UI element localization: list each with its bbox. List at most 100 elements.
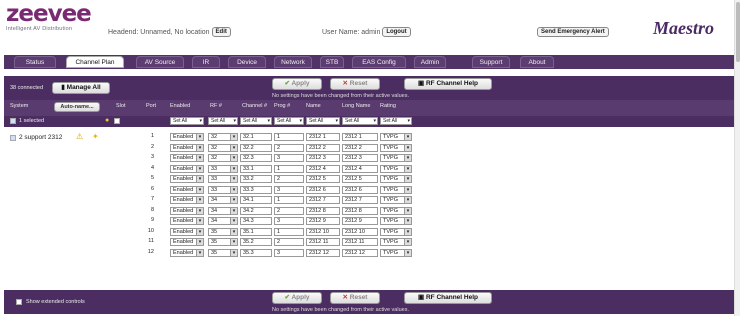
prog-input[interactable]: 3 — [274, 217, 304, 225]
tab-av-source[interactable]: AV Source — [136, 56, 184, 68]
long-name-input[interactable]: 2312 6 — [342, 185, 378, 194]
enabled-select[interactable]: Enabled — [170, 217, 204, 225]
rf-channel-help-button[interactable]: ▣ RF Channel Help — [404, 78, 492, 90]
prog-input[interactable]: 1 — [274, 133, 304, 141]
tab-admin[interactable]: Admin — [414, 56, 446, 68]
prog-input[interactable]: 3 — [274, 185, 304, 194]
slot-filter-checkbox[interactable] — [114, 118, 120, 124]
channel-input[interactable]: 34.2 — [240, 206, 272, 215]
send-emergency-alert-button[interactable]: Send Emergency Alert — [537, 27, 609, 37]
enabled-select[interactable]: Enabled — [170, 164, 204, 173]
rf-select[interactable]: 35 — [208, 248, 238, 257]
rf-select[interactable]: 33 — [208, 175, 238, 183]
reset-button[interactable]: ✕ Reset — [330, 78, 380, 90]
footer-apply-button[interactable]: ✔ Apply — [272, 292, 322, 304]
name-input[interactable]: 2312 11 — [306, 238, 340, 246]
prog-input[interactable]: 1 — [274, 164, 304, 173]
enabled-select[interactable]: Enabled — [170, 238, 204, 246]
rating-select[interactable]: TVPG — [380, 154, 412, 162]
rf-select[interactable]: 33 — [208, 164, 238, 173]
tab-network[interactable]: Network — [274, 56, 312, 68]
rating-set-all-select[interactable]: Set All — [380, 117, 412, 125]
name-input[interactable]: 2312 3 — [306, 154, 340, 162]
rating-select[interactable]: TVPG — [380, 143, 412, 152]
long-name-input[interactable]: 2312 12 — [342, 248, 378, 257]
rf-select[interactable]: 32 — [208, 143, 238, 152]
channel-input[interactable]: 32.3 — [240, 154, 272, 162]
enabled-set-all-select[interactable]: Set All — [170, 117, 204, 125]
tab-status[interactable]: Status — [14, 56, 56, 68]
tab-channel-plan[interactable]: Channel Plan — [66, 56, 124, 68]
prog-input[interactable]: 2 — [274, 206, 304, 215]
long-name-input[interactable]: 2312 7 — [342, 196, 378, 204]
logout-button[interactable]: Logout — [382, 27, 411, 37]
name-input[interactable]: 2312 8 — [306, 206, 340, 215]
channel-set-all-select[interactable]: Set All — [240, 117, 272, 125]
rf-select[interactable]: 35 — [208, 238, 238, 246]
rating-select[interactable]: TVPG — [380, 227, 412, 236]
prog-input[interactable]: 3 — [274, 154, 304, 162]
prog-input[interactable]: 1 — [274, 196, 304, 204]
rating-select[interactable]: TVPG — [380, 133, 412, 141]
channel-input[interactable]: 34.1 — [240, 196, 272, 204]
enabled-select[interactable]: Enabled — [170, 154, 204, 162]
channel-input[interactable]: 35.3 — [240, 248, 272, 257]
rating-select[interactable]: TVPG — [380, 164, 412, 173]
long-name-input[interactable]: 2312 5 — [342, 175, 378, 183]
name-input[interactable]: 2312 5 — [306, 175, 340, 183]
enabled-select[interactable]: Enabled — [170, 196, 204, 204]
prog-input[interactable]: 2 — [274, 175, 304, 183]
name-input[interactable]: 2312 9 — [306, 217, 340, 225]
rf-select[interactable]: 34 — [208, 206, 238, 215]
tab-device[interactable]: Device — [228, 56, 266, 68]
channel-input[interactable]: 33.2 — [240, 175, 272, 183]
footer-rf-channel-help-button[interactable]: ▣ RF Channel Help — [404, 292, 492, 304]
rf-select[interactable]: 32 — [208, 133, 238, 141]
tab-eas-config[interactable]: EAS Config — [352, 56, 406, 68]
long-name-input[interactable]: 2312 8 — [342, 206, 378, 215]
rating-select[interactable]: TVPG — [380, 175, 412, 183]
tab-about[interactable]: About — [520, 56, 554, 68]
rf-select[interactable]: 33 — [208, 185, 238, 194]
name-input[interactable]: 2312 7 — [306, 196, 340, 204]
long-name-input[interactable]: 2312 1 — [342, 133, 378, 141]
long-name-set-all-select[interactable]: Set All — [342, 117, 378, 125]
channel-input[interactable]: 35.2 — [240, 238, 272, 246]
name-set-all-select[interactable]: Set All — [306, 117, 340, 125]
tab-stb[interactable]: STB — [320, 56, 344, 68]
rating-select[interactable]: TVPG — [380, 185, 412, 194]
channel-input[interactable]: 35.1 — [240, 227, 272, 236]
rating-select[interactable]: TVPG — [380, 238, 412, 246]
long-name-input[interactable]: 2312 3 — [342, 154, 378, 162]
channel-input[interactable]: 33.1 — [240, 164, 272, 173]
channel-input[interactable]: 33.3 — [240, 185, 272, 194]
tab-ir[interactable]: IR — [192, 56, 220, 68]
rf-select[interactable]: 34 — [208, 217, 238, 225]
page-scrollbar[interactable] — [734, 0, 740, 316]
prog-set-all-select[interactable]: Set All — [274, 117, 304, 125]
enabled-select[interactable]: Enabled — [170, 227, 204, 236]
enabled-select[interactable]: Enabled — [170, 143, 204, 152]
enabled-select[interactable]: Enabled — [170, 133, 204, 141]
footer-reset-button[interactable]: ✕ Reset — [330, 292, 380, 304]
rating-select[interactable]: TVPG — [380, 196, 412, 204]
long-name-input[interactable]: 2312 2 — [342, 143, 378, 152]
manage-all-button[interactable]: ▮ Manage All — [52, 82, 110, 94]
prog-input[interactable]: 1 — [274, 227, 304, 236]
enabled-select[interactable]: Enabled — [170, 175, 204, 183]
prog-input[interactable]: 2 — [274, 238, 304, 246]
rating-select[interactable]: TVPG — [380, 248, 412, 257]
name-input[interactable]: 2312 2 — [306, 143, 340, 152]
scrollbar-thumb[interactable] — [736, 2, 740, 62]
show-extended-checkbox[interactable] — [16, 299, 22, 305]
name-input[interactable]: 2312 4 — [306, 164, 340, 173]
prog-input[interactable]: 2 — [274, 143, 304, 152]
channel-input[interactable]: 32.2 — [240, 143, 272, 152]
apply-button[interactable]: ✔ Apply — [272, 78, 322, 90]
rf-select[interactable]: 32 — [208, 154, 238, 162]
rf-select[interactable]: 35 — [208, 227, 238, 236]
enabled-select[interactable]: Enabled — [170, 206, 204, 215]
bulb-icon[interactable]: ● — [105, 117, 109, 124]
tab-support[interactable]: Support — [472, 56, 510, 68]
name-input[interactable]: 2312 12 — [306, 248, 340, 257]
